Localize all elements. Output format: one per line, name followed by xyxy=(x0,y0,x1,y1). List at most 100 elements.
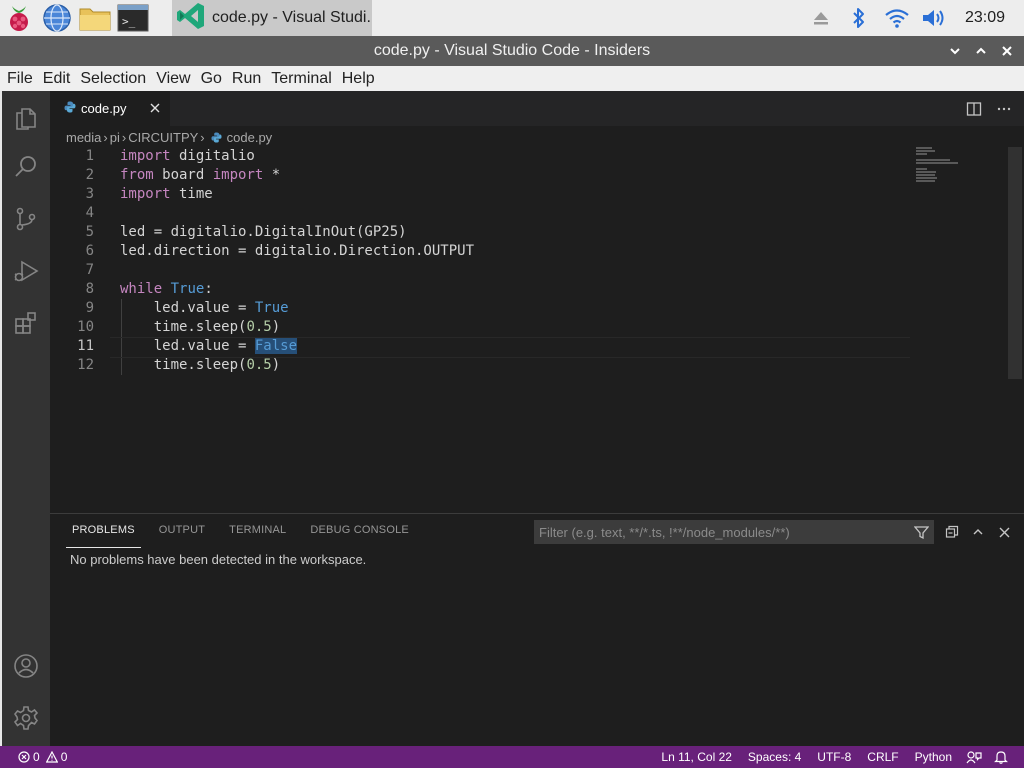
problems-status[interactable]: 0 0 xyxy=(18,746,67,768)
tab-output[interactable]: OUTPUT xyxy=(153,520,211,548)
menu-go[interactable]: Go xyxy=(196,66,227,91)
filter-icon[interactable] xyxy=(912,523,930,541)
menu-view[interactable]: View xyxy=(151,66,195,91)
line-number: 8 xyxy=(85,281,94,297)
bluetooth-icon[interactable] xyxy=(840,0,878,36)
line-number: 5 xyxy=(85,224,94,240)
explorer-icon[interactable] xyxy=(2,93,50,141)
tab-code-py[interactable]: code.py xyxy=(50,91,170,126)
extensions-icon[interactable] xyxy=(2,299,50,347)
editor-actions xyxy=(964,91,1014,126)
line-number: 9 xyxy=(85,300,94,316)
code-line[interactable]: 10 time.sleep(0.5) xyxy=(50,318,910,337)
menu-terminal[interactable]: Terminal xyxy=(266,66,336,91)
code-text: time.sleep(0.5) xyxy=(120,356,280,375)
chevron-right-icon: › xyxy=(103,129,108,145)
line-number: 12 xyxy=(77,357,94,373)
menu-help[interactable]: Help xyxy=(337,66,380,91)
line-number: 1 xyxy=(85,148,94,164)
end-of-line[interactable]: CRLF xyxy=(859,746,906,768)
problems-message: No problems have been detected in the wo… xyxy=(70,552,367,567)
line-number: 4 xyxy=(85,205,94,221)
activity-bar xyxy=(0,91,50,746)
menu-run[interactable]: Run xyxy=(227,66,266,91)
eject-icon[interactable] xyxy=(802,0,840,36)
code-token: import xyxy=(212,167,264,183)
minimap-line xyxy=(916,180,935,182)
minimize-button[interactable] xyxy=(944,40,966,62)
indentation[interactable]: Spaces: 4 xyxy=(740,746,809,768)
web-browser-icon[interactable] xyxy=(38,0,76,36)
breadcrumb-item-pi[interactable]: pi xyxy=(110,130,120,145)
code-line[interactable]: 7 xyxy=(50,261,910,280)
minimap-line xyxy=(916,150,935,152)
close-icon[interactable] xyxy=(148,101,162,115)
volume-icon[interactable] xyxy=(916,0,954,36)
raspberry-menu-icon[interactable] xyxy=(0,0,38,36)
filter-input[interactable] xyxy=(539,524,899,540)
minimap-line xyxy=(916,171,936,173)
terminal-icon[interactable]: >_ xyxy=(114,0,152,36)
maximize-panel-icon[interactable] xyxy=(970,522,986,542)
taskbar-window-button[interactable]: code.py - Visual Studi... xyxy=(172,0,372,36)
breadcrumb-item-file[interactable]: code.py xyxy=(227,130,273,145)
breadcrumb-item-circuitpy[interactable]: CIRCUITPY xyxy=(128,130,198,145)
line-number: 6 xyxy=(85,243,94,259)
code-line[interactable]: 2 from board import * xyxy=(50,166,910,185)
code-line[interactable]: 5 led = digitalio.DigitalInOut(GP25) xyxy=(50,223,910,242)
accounts-icon[interactable] xyxy=(2,642,50,690)
tab-terminal[interactable]: TERMINAL xyxy=(223,520,292,548)
encoding[interactable]: UTF-8 xyxy=(809,746,859,768)
line-number: 11 xyxy=(77,338,94,354)
close-button[interactable] xyxy=(996,40,1018,62)
search-icon[interactable] xyxy=(2,143,50,191)
language-mode[interactable]: Python xyxy=(907,746,960,768)
code-token: led.value = xyxy=(120,300,255,316)
code-line[interactable]: 12 time.sleep(0.5) xyxy=(50,356,910,375)
menu-selection[interactable]: Selection xyxy=(75,66,151,91)
code-line[interactable]: 1 import digitalio xyxy=(50,147,910,166)
wifi-icon[interactable] xyxy=(878,0,916,36)
cursor-position[interactable]: Ln 11, Col 22 xyxy=(653,746,740,768)
taskbar-window-label: code.py - Visual Studi... xyxy=(212,9,372,26)
code-line[interactable]: 6 led.direction = digitalio.Direction.OUT… xyxy=(50,242,910,261)
code-text: from board import * xyxy=(120,166,280,185)
window-titlebar[interactable]: code.py - Visual Studio Code - Insiders xyxy=(0,36,1024,66)
close-panel-icon[interactable] xyxy=(996,522,1012,542)
menu-bar: File Edit Selection View Go Run Terminal… xyxy=(0,66,1024,91)
panel-tabs: PROBLEMS OUTPUT TERMINAL DEBUG CONSOLE xyxy=(66,520,427,548)
minimap-line xyxy=(916,153,927,155)
run-debug-icon[interactable] xyxy=(2,247,50,295)
minimap[interactable] xyxy=(912,147,1012,207)
code-editor[interactable]: 1 import digitalio 2 from board import * 3 im… xyxy=(50,147,910,375)
line-number: 10 xyxy=(77,319,94,335)
split-editor-icon[interactable] xyxy=(964,99,984,119)
maximize-button[interactable] xyxy=(970,40,992,62)
menu-edit[interactable]: Edit xyxy=(38,66,76,91)
breadcrumb: media › pi › CIRCUITPY › code.py xyxy=(66,127,272,147)
tab-problems[interactable]: PROBLEMS xyxy=(66,520,141,548)
source-control-icon[interactable] xyxy=(2,195,50,243)
file-manager-icon[interactable] xyxy=(76,0,114,36)
collapse-all-icon[interactable] xyxy=(944,522,960,542)
code-token: led = digitalio.DigitalInOut(GP25) xyxy=(120,224,407,240)
notifications-bell-icon[interactable] xyxy=(988,750,1014,764)
more-actions-icon[interactable] xyxy=(994,99,1014,119)
minimap-line xyxy=(916,147,932,149)
tab-debug-console[interactable]: DEBUG CONSOLE xyxy=(304,520,415,548)
code-line[interactable]: 9 led.value = True xyxy=(50,299,910,318)
breadcrumb-item-media[interactable]: media xyxy=(66,130,101,145)
code-line[interactable]: 8 while True: xyxy=(50,280,910,299)
clock[interactable]: 23:09 xyxy=(954,9,1016,27)
code-line[interactable]: 11 led.value = False xyxy=(50,337,910,358)
code-line[interactable]: 4 xyxy=(50,204,910,223)
vertical-scrollbar[interactable] xyxy=(1008,147,1022,379)
code-line[interactable]: 3 import time xyxy=(50,185,910,204)
feedback-icon[interactable] xyxy=(960,750,988,764)
code-token: ) xyxy=(271,357,281,373)
code-token: from xyxy=(120,167,154,183)
manage-gear-icon[interactable] xyxy=(2,694,50,742)
code-token: ) xyxy=(271,319,281,335)
menu-file[interactable]: File xyxy=(2,66,38,91)
